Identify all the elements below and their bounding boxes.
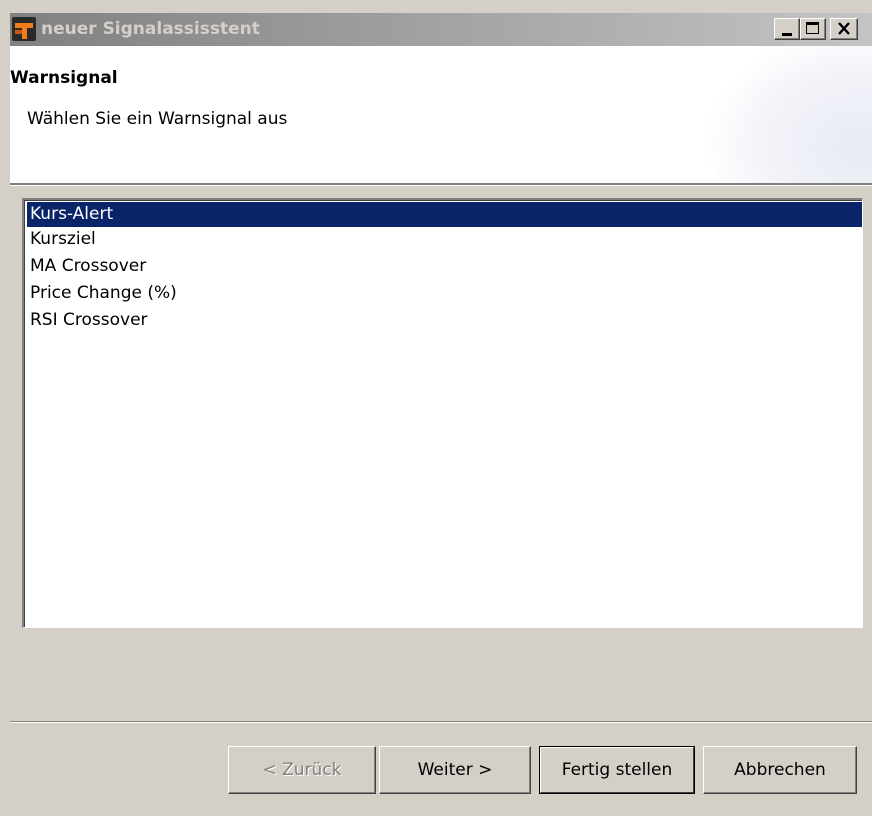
minimize-button[interactable] <box>774 18 800 40</box>
list-item-ma-crossover[interactable]: MA Crossover <box>27 254 862 279</box>
close-button[interactable] <box>830 18 858 40</box>
close-icon <box>838 22 850 35</box>
app-logo-icon <box>12 17 36 41</box>
maximize-button[interactable] <box>800 18 826 40</box>
wizard-header: Warnsignal Wählen Sie ein Warnsignal aus <box>10 46 872 183</box>
footer-divider <box>10 721 872 723</box>
list-item-rsi-crossover[interactable]: RSI Crossover <box>27 308 862 333</box>
window-title: neuer Signalassisstent <box>41 19 260 39</box>
minimize-icon <box>782 33 792 36</box>
cancel-button[interactable]: Abbrechen <box>703 746 857 794</box>
page-title: Warnsignal <box>10 68 118 88</box>
page-subtitle: Wählen Sie ein Warnsignal aus <box>27 109 288 129</box>
signal-listbox[interactable]: Kurs-Alert Kursziel MA Crossover Price C… <box>22 198 863 628</box>
finish-button-label: Fertig stellen <box>540 747 694 793</box>
finish-button[interactable]: Fertig stellen <box>539 746 695 794</box>
maximize-icon <box>806 22 819 34</box>
list-item-price-change[interactable]: Price Change (%) <box>27 281 862 306</box>
back-button[interactable]: < Zurück <box>228 746 376 794</box>
list-item-kursziel[interactable]: Kursziel <box>27 227 862 252</box>
wizard-window: neuer Signalassisstent Warnsignal Wählen… <box>0 0 872 816</box>
header-divider <box>10 183 872 186</box>
list-item-kurs-alert[interactable]: Kurs-Alert <box>27 202 862 227</box>
header-decoration <box>702 46 872 183</box>
title-bar[interactable]: neuer Signalassisstent <box>10 13 872 46</box>
next-button[interactable]: Weiter > <box>379 746 531 794</box>
